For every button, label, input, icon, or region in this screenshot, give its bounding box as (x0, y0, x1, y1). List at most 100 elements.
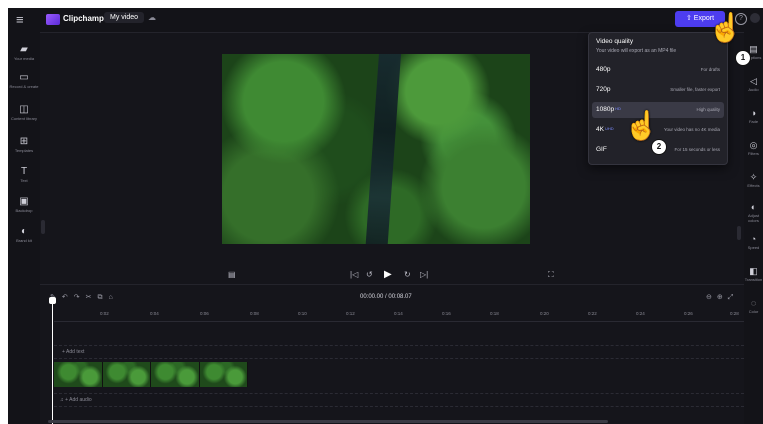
menu-subtitle: Your video will export as an MP4 file (596, 48, 677, 54)
hamburger-icon[interactable]: ≡ (16, 13, 24, 27)
hd-badge: HD (615, 106, 621, 111)
add-text-label[interactable]: + Add text (62, 349, 84, 355)
forward-5s-icon[interactable]: ↻ (404, 270, 411, 280)
option-name: 720p (596, 86, 611, 93)
speed-icon: ◔ (750, 234, 757, 244)
right-item-filters[interactable]: ◎ Filters (744, 140, 763, 156)
sidebar-item-templates[interactable]: ⊞ Templates (8, 136, 40, 153)
video-preview[interactable] (222, 54, 530, 244)
video-track[interactable] (54, 362, 248, 387)
audio-track[interactable]: ♫ + Add audio (54, 393, 744, 407)
ruler-tick: 0:02 (100, 311, 109, 316)
effects-icon: ✧ (749, 172, 758, 182)
step-marker: 1 (735, 50, 751, 66)
clipchamp-logo-icon (46, 14, 60, 25)
ruler-tick: 0:16 (442, 311, 451, 316)
project-name-tab[interactable]: My video (104, 12, 145, 23)
hand-cursor-icon: ☝ (708, 12, 743, 43)
library-icon: ◫ (19, 104, 29, 115)
hand-cursor-icon: ☝ (624, 110, 659, 141)
quality-option-480p[interactable]: 480p For drafts (592, 62, 724, 78)
rewind-5s-icon[interactable]: ↺ (366, 270, 373, 280)
ruler-tick: 0:10 (298, 311, 307, 316)
timeline-zoom-controls[interactable]: ⊖⊕⤢ (706, 293, 738, 302)
timeline-scrollbar[interactable] (48, 420, 608, 423)
right-item-transition[interactable]: ◧ Transition (744, 266, 763, 282)
brand-kit-icon: ◐ (20, 226, 28, 237)
sidebar-item-backdrop[interactable]: ▣ Backdrop (8, 196, 40, 213)
option-description: For drafts (700, 67, 720, 72)
timeline-panel: ✎↶↷✂⧉⌂ 00:00.00 / 00:08.07 ⊖⊕⤢ 0:02 0:04… (40, 284, 744, 424)
video-clip-thumbnail[interactable] (102, 362, 151, 387)
top-bar: ≡ Clipchamp My video ☁ ⇧ Export ? (8, 8, 763, 33)
upload-icon: ⇧ (685, 15, 694, 22)
sidebar-item-text[interactable]: T Text (8, 166, 40, 183)
camera-icon: ▭ (19, 72, 29, 83)
playhead[interactable] (52, 300, 53, 424)
sidebar-item-your-media[interactable]: ▰ Your media (8, 44, 40, 61)
right-item-effects[interactable]: ✧ Effects (744, 172, 763, 188)
account-avatar[interactable] (750, 13, 760, 23)
skip-forward-icon[interactable]: ▷| (420, 270, 428, 280)
right-item-color[interactable]: ◌ Color (744, 298, 763, 314)
video-frame-river (364, 54, 402, 244)
sidebar-label: Brand kit (16, 238, 32, 243)
right-label: Transition (744, 277, 763, 282)
right-sidebar: ▤ Captions ◁ Audio ◑ Fade ◎ Filters ✧ Ef… (744, 32, 763, 424)
uhd-badge: UHD (604, 126, 614, 131)
right-label: Adjust colors (747, 213, 760, 223)
right-item-speed[interactable]: ◔ Speed (744, 234, 763, 250)
playhead-handle[interactable] (49, 297, 56, 304)
collapse-right-panel-handle[interactable] (737, 226, 741, 240)
adjust-colors-icon: ◐ (750, 202, 757, 212)
app-name: Clipchamp (63, 14, 104, 23)
folder-icon: ▰ (20, 44, 28, 55)
option-name: 4KUHD (596, 126, 614, 133)
video-clip-thumbnail[interactable] (199, 362, 248, 387)
right-item-adjust-colors[interactable]: ◐ Adjust colors (744, 202, 763, 223)
video-clip-thumbnail[interactable] (54, 362, 103, 387)
caption-toggle-icon[interactable]: ▤ (228, 270, 236, 280)
step-marker: 2 (651, 139, 667, 155)
right-item-fade[interactable]: ◑ Fade (744, 108, 763, 124)
right-label: Audio (748, 87, 759, 92)
sidebar-label: Backdrop (15, 208, 33, 213)
video-clip-thumbnail[interactable] (151, 362, 200, 387)
sidebar-label: Templates (14, 148, 34, 153)
text-track[interactable]: + Add text (54, 345, 744, 359)
play-icon[interactable]: ▶ (384, 270, 392, 280)
sidebar-item-brand-kit[interactable]: ◐ Brand kit (8, 226, 40, 243)
ruler-tick: 0:20 (540, 311, 549, 316)
ruler-tick: 0:14 (394, 311, 403, 316)
sidebar-item-content-library[interactable]: ◫ Content library (8, 104, 40, 121)
cloud-sync-icon: ☁ (148, 13, 156, 22)
option-name: 1080pHD (596, 106, 621, 113)
skip-back-icon[interactable]: |◁ (350, 270, 358, 280)
ruler-tick: 0:06 (200, 311, 209, 316)
quality-option-720p[interactable]: 720p Smaller file, faster export (592, 82, 724, 98)
option-description: Smaller file, faster export (670, 87, 720, 92)
right-item-audio[interactable]: ◁ Audio (744, 76, 763, 92)
fullscreen-icon[interactable]: ⛶ (548, 270, 554, 280)
text-icon: T (20, 166, 28, 177)
option-name-text: 1080p (596, 106, 615, 113)
timeline-toolbar[interactable]: ✎↶↷✂⧉⌂ (50, 293, 119, 302)
sidebar-item-record-create[interactable]: ▭ Record & create (8, 72, 40, 89)
right-label: Speed (747, 245, 760, 250)
menu-title: Video quality (596, 38, 634, 45)
sidebar-label: Text (20, 178, 28, 183)
option-description: High quality (696, 107, 720, 112)
add-audio-label[interactable]: ♫ + Add audio (60, 397, 92, 403)
fade-icon: ◑ (750, 108, 757, 118)
option-name: 480p (596, 66, 611, 73)
option-description: Your video has no 4K media (663, 127, 720, 132)
filters-icon: ◎ (749, 140, 758, 150)
option-name-text: 4K (596, 126, 604, 133)
timecode: 00:00.00 / 00:08.07 (360, 294, 412, 300)
sidebar-label: Your media (13, 56, 35, 61)
collapse-left-panel-handle[interactable] (41, 220, 45, 234)
option-name: GIF (596, 146, 607, 153)
ruler-tick: 0:18 (490, 311, 499, 316)
clipchamp-window: ≡ Clipchamp My video ☁ ⇧ Export ? ▰ Your… (8, 8, 763, 424)
timeline-ruler[interactable]: 0:02 0:04 0:06 0:08 0:10 0:12 0:14 0:16 … (54, 309, 744, 322)
